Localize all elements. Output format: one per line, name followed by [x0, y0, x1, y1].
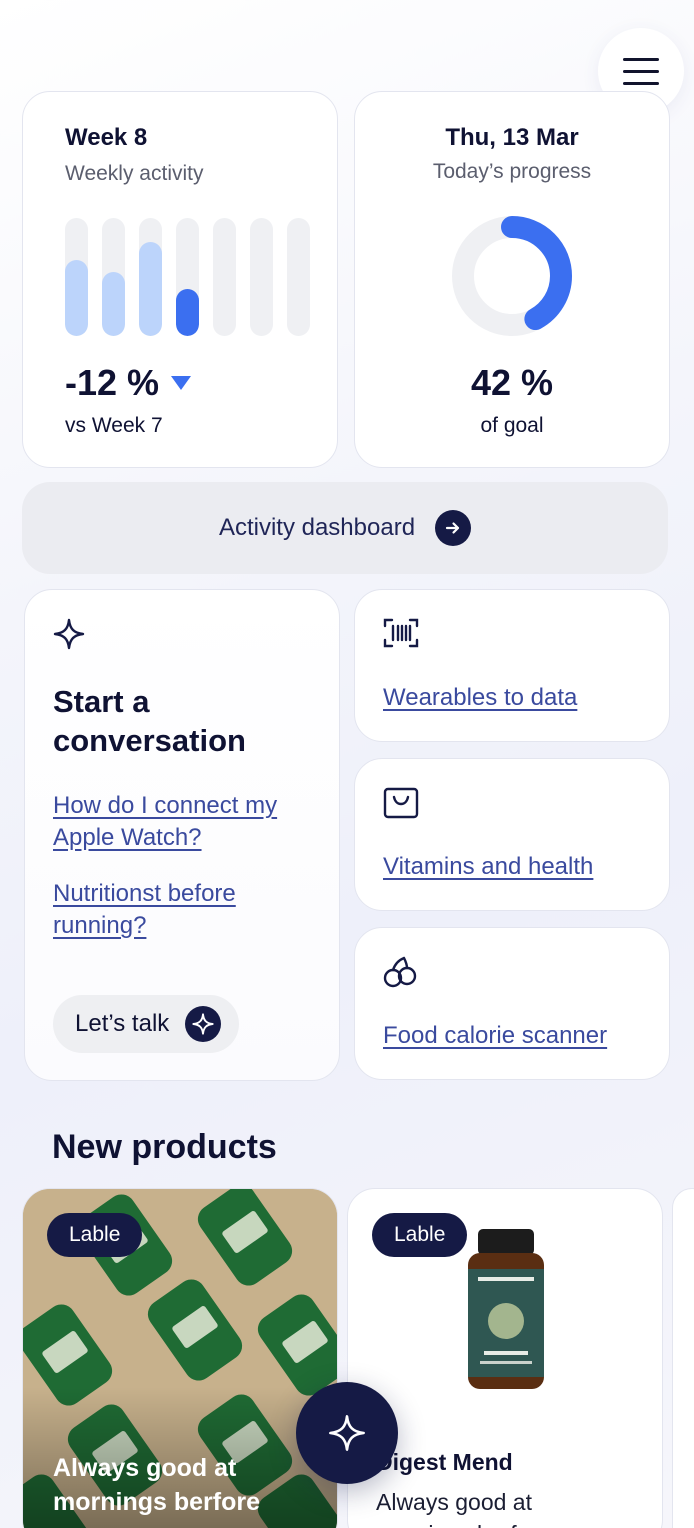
assistant-fab-button[interactable]	[296, 1382, 398, 1484]
product-badge: Lable	[372, 1213, 468, 1257]
weekly-bar-6	[250, 218, 273, 336]
today-subtitle: Today’s progress	[432, 160, 592, 183]
product-name: Digest Mend	[376, 1449, 513, 1475]
today-title: Thu, 13 Mar	[445, 124, 579, 151]
barcode-scan-icon	[383, 618, 419, 648]
weekly-bar-fill	[176, 288, 199, 336]
cherries-icon	[383, 956, 417, 988]
weekly-bar-fill	[139, 241, 162, 336]
weekly-bar-chart	[65, 218, 310, 336]
activity-dashboard-button[interactable]: Activity dashboard	[22, 482, 668, 574]
shopping-bag-icon	[383, 787, 419, 819]
weekly-bar-7	[287, 218, 310, 336]
week-change-value: -12 %	[65, 362, 160, 403]
sparkle-icon	[53, 618, 85, 650]
vitamins-link[interactable]: Vitamins and health	[383, 853, 593, 881]
today-value: 42 %	[470, 362, 554, 403]
today-goal-label: of goal	[480, 414, 544, 437]
wearables-link[interactable]: Wearables to data	[383, 684, 577, 712]
product-badge: Lable	[47, 1213, 143, 1257]
suggestion-nutritionist-link[interactable]: Nutritionst before running?	[53, 878, 236, 942]
product-overlay-text: Always good at mornings berfore	[53, 1454, 260, 1516]
week-change: -12 %	[65, 362, 192, 404]
weekly-activity-card[interactable]: Week 8 Weekly activity -12 % vs Week 7	[22, 91, 338, 468]
feature-card-wearables[interactable]: Wearables to data	[354, 589, 670, 742]
hamburger-icon	[623, 57, 659, 61]
weekly-bar-2	[102, 218, 125, 336]
weekly-bar-1	[65, 218, 88, 336]
feature-card-vitamins[interactable]: Vitamins and health	[354, 758, 670, 911]
progress-donut	[452, 216, 572, 336]
lets-talk-button[interactable]: Let’s talk	[53, 995, 239, 1053]
product-description: Always good at mornings berfore	[376, 1489, 550, 1528]
weekly-bar-fill	[102, 272, 125, 336]
today-progress-card[interactable]: Thu, 13 Mar Today’s progress 42 % of goa…	[354, 91, 670, 468]
new-products-title: New products	[52, 1128, 277, 1166]
feature-card-food-scanner[interactable]: Food calorie scanner	[354, 927, 670, 1080]
product-card-partial[interactable]	[672, 1188, 694, 1528]
sparkle-icon	[185, 1006, 222, 1042]
lets-talk-label: Let’s talk	[75, 1010, 170, 1037]
suggestion-apple-watch-link[interactable]: How do I connect my Apple Watch?	[53, 790, 277, 854]
product-card[interactable]: Lable Always good at mornings berfore	[22, 1188, 338, 1528]
arrow-right-icon	[435, 510, 472, 546]
weekly-bar-3	[139, 218, 162, 336]
week-title: Week 8	[65, 124, 148, 151]
week-subtitle: Weekly activity	[65, 162, 204, 185]
supplement-bottle-image	[468, 1229, 544, 1389]
sparkle-icon	[329, 1415, 365, 1451]
weekly-bar-5	[213, 218, 236, 336]
activity-dashboard-label: Activity dashboard	[218, 514, 416, 541]
weekly-bar-4	[176, 218, 199, 336]
food-scanner-link[interactable]: Food calorie scanner	[383, 1022, 607, 1050]
weekly-bar-fill	[65, 260, 88, 336]
product-card[interactable]: Lable Digest Mend Always good at morning…	[347, 1188, 663, 1528]
conversation-title: Start a conversation	[53, 684, 246, 758]
conversation-card: Start a conversation How do I connect my…	[24, 589, 340, 1081]
triangle-down-icon	[171, 376, 192, 390]
week-compare: vs Week 7	[65, 414, 163, 437]
